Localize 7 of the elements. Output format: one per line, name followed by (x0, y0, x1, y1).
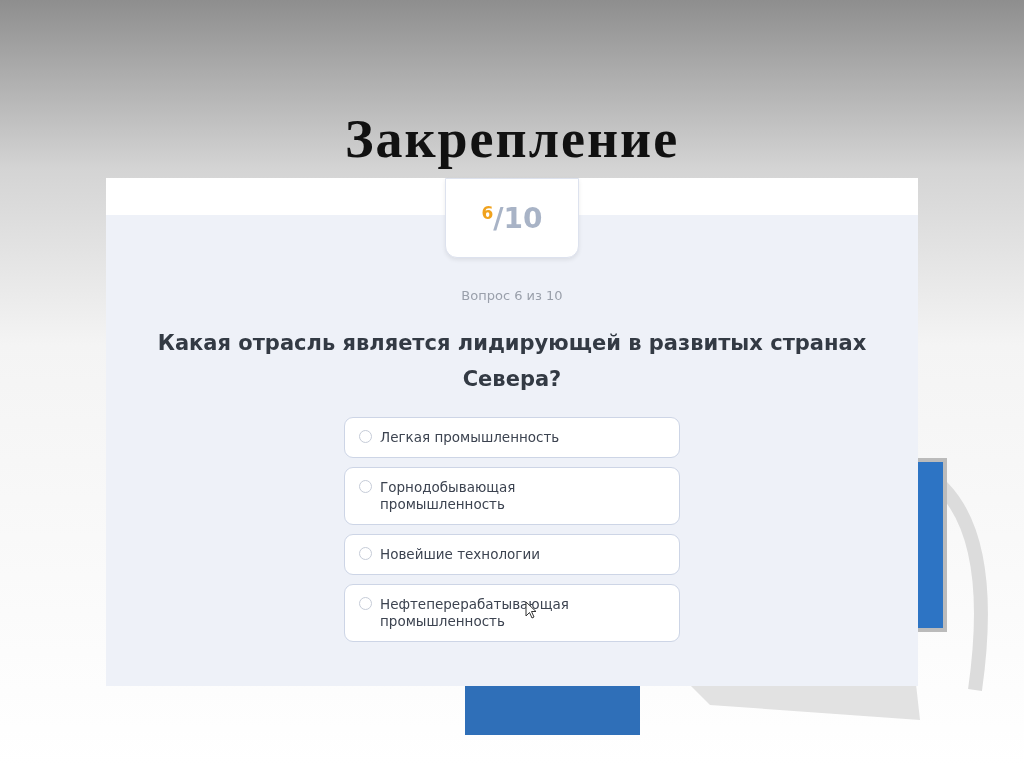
progress-label: Вопрос 6 из 10 (461, 288, 563, 303)
slide-title: Закрепление (344, 108, 680, 171)
answer-option[interactable]: Легкая промышленность (344, 417, 680, 458)
answer-option[interactable]: Нефтеперерабатывающая промышленность (344, 584, 680, 642)
question-text: Какая отрасль является лидирующей в развитых странах Севера? (156, 330, 868, 393)
answer-option[interactable]: Новейшие технологии (344, 534, 680, 575)
answer-option[interactable]: Горнодобывающая промышленность (344, 467, 680, 525)
